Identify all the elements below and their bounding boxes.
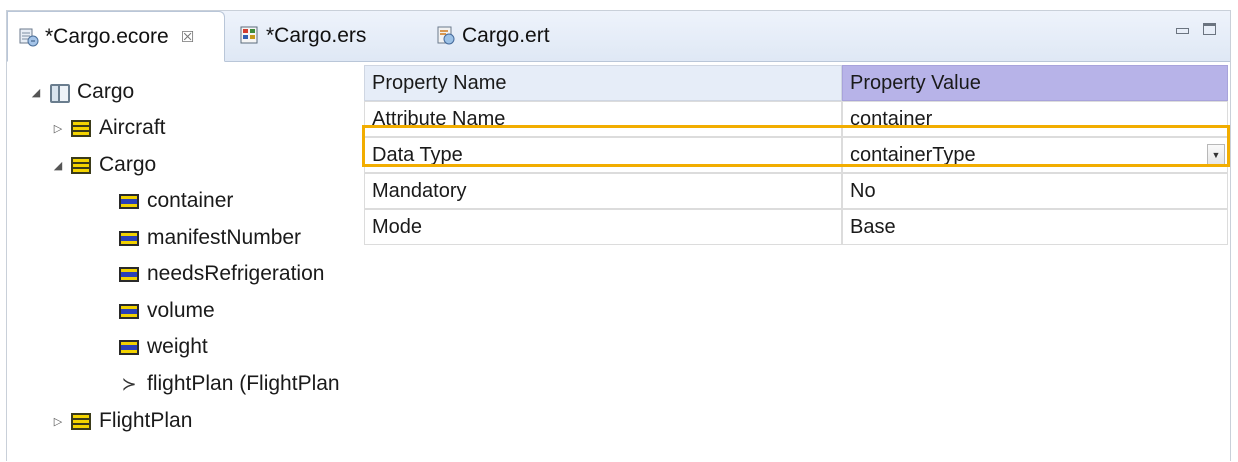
tree-item-label: volume [147, 299, 215, 322]
table-row[interactable]: Attribute Name container [364, 101, 1228, 137]
data-type-select[interactable]: containerType ▼ [842, 137, 1228, 173]
tree-item-label: flightPlan (FlightPlan [147, 372, 340, 395]
property-name-cell: Mandatory [364, 173, 842, 209]
tree-item-flightplan-ref[interactable]: ≻ flightPlan (FlightPlan [119, 367, 340, 401]
attribute-icon [119, 339, 139, 355]
tree-item-label: manifestNumber [147, 226, 302, 249]
select-value: containerType [850, 144, 976, 166]
editor-tab-bar: *Cargo.ecore ☒ *Cargo.ers Cargo.ert [7, 11, 1230, 62]
class-icon [71, 119, 91, 137]
ers-file-icon [239, 25, 261, 47]
property-name-cell: Mode [364, 209, 842, 245]
ecore-model-icon [18, 26, 40, 48]
tree-item-aircraft[interactable]: ▷ Aircraft [51, 111, 166, 145]
tab-label: *Cargo.ecore [45, 24, 169, 48]
table-row[interactable]: Data Type containerType ▼ [364, 137, 1228, 173]
property-value-cell[interactable]: container [842, 101, 1228, 137]
tree-item-cargo[interactable]: ◢ Cargo [51, 148, 156, 182]
tree-item-label: Cargo [99, 153, 157, 176]
minimize-icon[interactable] [1176, 28, 1189, 34]
property-value-cell[interactable]: Base [842, 209, 1228, 245]
reference-arrow-icon: ≻ [121, 373, 137, 394]
table-row[interactable]: Mode Base [364, 209, 1228, 245]
class-icon [71, 156, 91, 174]
view-controls [1176, 23, 1216, 35]
attribute-icon [119, 193, 139, 209]
editor-window: *Cargo.ecore ☒ *Cargo.ers Cargo.ert ◢ Ca… [6, 10, 1231, 461]
tree-item-label: FlightPlan [99, 409, 193, 432]
tab-label: *Cargo.ers [266, 24, 367, 47]
close-icon[interactable]: ☒ [181, 28, 194, 46]
tree-item-needsrefrigeration[interactable]: needsRefrigeration [119, 257, 324, 291]
model-tree: ◢ Cargo ▷ Aircraft ◢ Cargo container man… [7, 62, 363, 462]
attribute-icon [119, 303, 139, 319]
tree-item-label: Aircraft [99, 116, 166, 139]
expand-arrow-icon[interactable]: ◢ [29, 86, 43, 99]
attribute-icon [119, 266, 139, 282]
tree-item-label: needsRefrigeration [147, 262, 325, 285]
collapse-arrow-icon[interactable]: ▷ [51, 122, 65, 135]
attribute-icon [119, 230, 139, 246]
property-name-cell: Data Type [364, 137, 842, 173]
tree-item-root[interactable]: ◢ Cargo [29, 75, 134, 109]
tree-item-label: Cargo [77, 80, 135, 103]
property-name-cell: Attribute Name [364, 101, 842, 137]
tree-item-container[interactable]: container [119, 184, 233, 218]
dropdown-arrow-icon[interactable]: ▼ [1207, 144, 1225, 166]
table-row[interactable]: Mandatory No [364, 173, 1228, 209]
tree-item-flightplan[interactable]: ▷ FlightPlan [51, 404, 193, 438]
table-header-row: Property Name Property Value [364, 65, 1228, 101]
collapse-arrow-icon[interactable]: ▷ [51, 415, 65, 428]
tree-item-weight[interactable]: weight [119, 330, 208, 364]
tree-item-label: container [147, 189, 234, 212]
tab-label: Cargo.ert [462, 24, 550, 47]
column-header-value[interactable]: Property Value [842, 65, 1228, 101]
maximize-icon[interactable] [1203, 23, 1216, 35]
ert-file-icon [435, 25, 457, 47]
tab-cargo-ecore[interactable]: *Cargo.ecore ☒ [7, 11, 225, 62]
property-table: Property Name Property Value Attribute N… [364, 65, 1228, 245]
property-value-cell[interactable]: No [842, 173, 1228, 209]
tree-item-label: weight [147, 335, 208, 358]
package-icon [49, 83, 70, 103]
class-icon [71, 412, 91, 430]
tree-item-manifestnumber[interactable]: manifestNumber [119, 221, 301, 255]
tree-item-volume[interactable]: volume [119, 294, 215, 328]
expand-arrow-icon[interactable]: ◢ [51, 159, 65, 172]
tab-cargo-ers[interactable]: *Cargo.ers [229, 11, 409, 61]
tab-cargo-ert[interactable]: Cargo.ert [425, 11, 595, 61]
column-header-name[interactable]: Property Name [364, 65, 842, 101]
